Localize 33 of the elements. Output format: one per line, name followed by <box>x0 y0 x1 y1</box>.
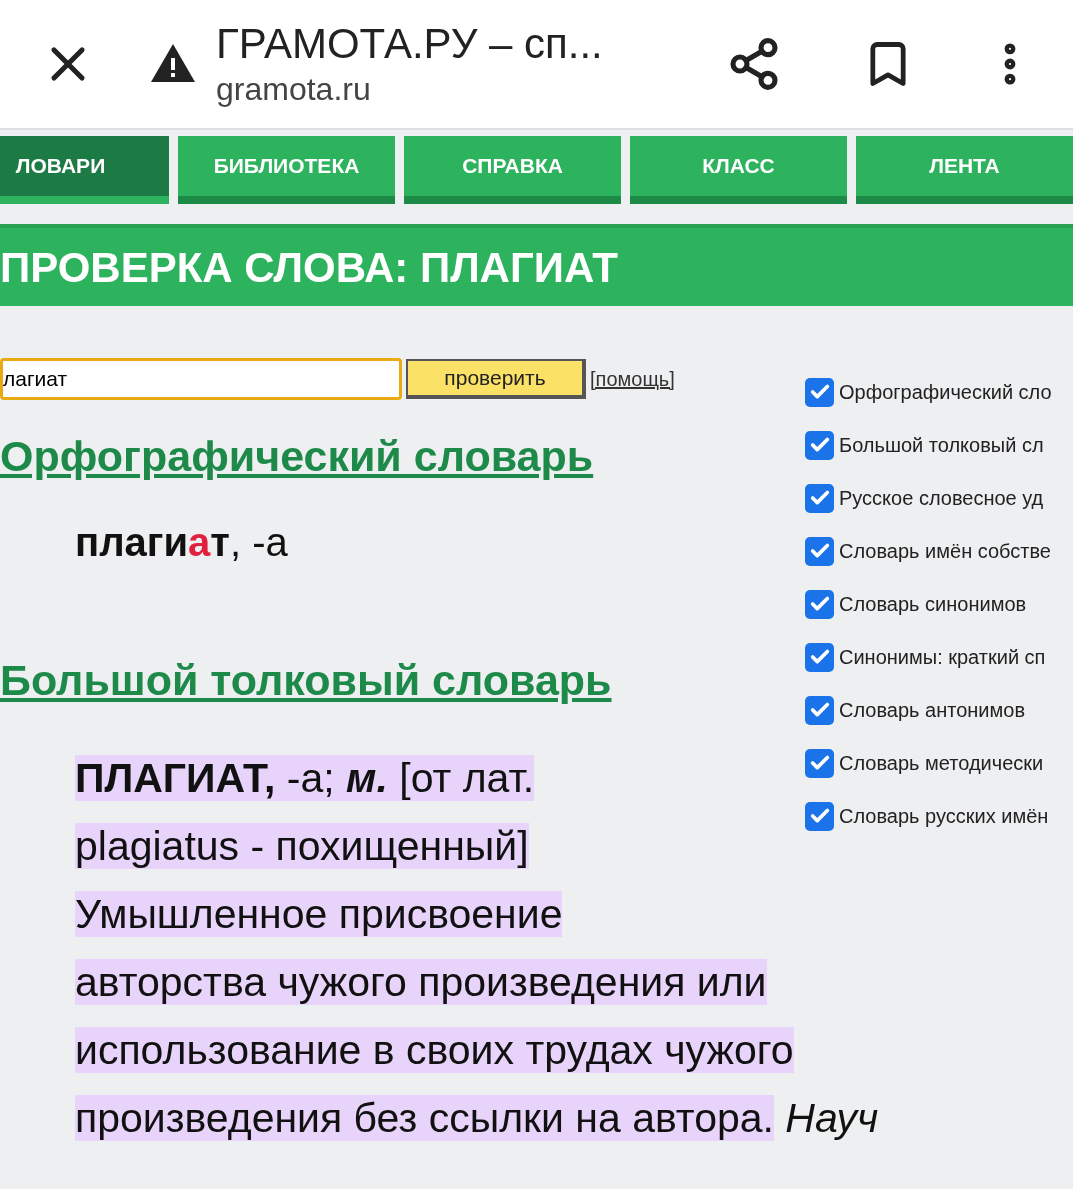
nav-tab[interactable]: ЛОВАРИ <box>0 136 169 204</box>
dictionary-label: Орфографический сло <box>839 380 1052 405</box>
checkbox[interactable] <box>805 589 834 619</box>
help-link[interactable]: [помощь] <box>590 364 675 394</box>
dictionary-label: Большой толковый сл <box>839 433 1044 458</box>
section-heading[interactable]: Орфографический словарь <box>0 428 594 484</box>
checkbox[interactable] <box>805 377 834 407</box>
checkbox[interactable] <box>805 536 834 566</box>
dictionary-label: Словарь антонимов <box>839 698 1026 723</box>
banner-title: ПРОВЕРКА СЛОВА: ПЛАГИАТ <box>0 242 618 293</box>
nav-tab[interactable]: ЛЕНТА <box>856 136 1073 204</box>
definition-line: произведения без ссылки на автора. Науч <box>75 1094 879 1143</box>
word-entry: плагиат, -а <box>75 519 288 566</box>
dictionary-label: Синонимы: краткий сп <box>839 645 1046 670</box>
nav-tab[interactable]: КЛАСС <box>630 136 847 204</box>
check-button[interactable]: проверить <box>406 359 586 399</box>
dictionary-label: Словарь методически <box>839 751 1044 776</box>
search-field[interactable]: лагиат <box>0 358 402 400</box>
checkbox[interactable] <box>805 748 834 778</box>
page-title: ГРАМОТА.РУ – сп... <box>216 19 604 69</box>
dictionary-label: Словарь русских имён <box>839 804 1049 829</box>
dictionary-label: Русское словесное уд <box>839 486 1044 511</box>
page-url: gramota.ru <box>216 70 372 109</box>
nav-tab[interactable]: СПРАВКА <box>404 136 621 204</box>
dictionary-label: Словарь синонимов <box>839 592 1027 617</box>
checkbox[interactable] <box>805 642 834 672</box>
section-heading[interactable]: Большой толковый словарь <box>0 652 612 708</box>
checkbox[interactable] <box>805 483 834 513</box>
dictionary-label: Словарь имён собстве <box>839 539 1051 564</box>
checkbox[interactable] <box>805 430 834 460</box>
checkbox[interactable] <box>805 695 834 725</box>
nav-tab[interactable]: БИБЛИОТЕКА <box>178 136 395 204</box>
checkbox[interactable] <box>805 801 834 831</box>
